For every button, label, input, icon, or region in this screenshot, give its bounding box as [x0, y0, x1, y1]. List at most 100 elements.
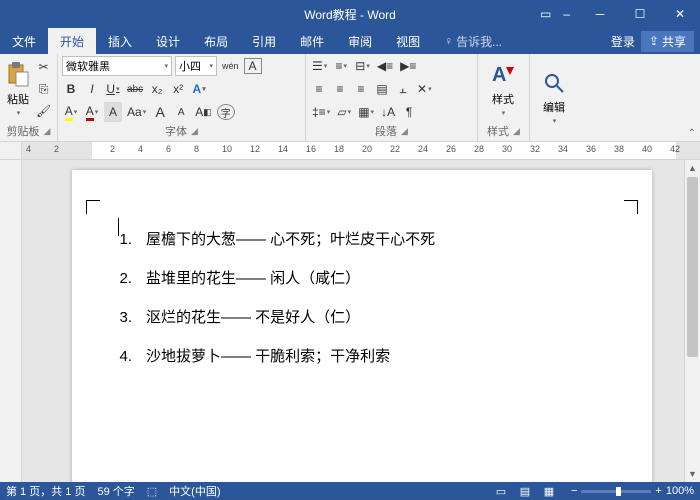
collapse-ribbon-button[interactable]: ⌃: [688, 128, 696, 139]
enclose-char-button[interactable]: 字: [217, 104, 235, 120]
shrink-font-button[interactable]: A: [172, 102, 190, 122]
document-content[interactable]: 1.屋檐下的大葱—— 心不死；叶烂皮干心不死 2.盐堆里的花生—— 闲人（咸仁）…: [112, 220, 612, 376]
clear-format-button[interactable]: A◧: [193, 102, 214, 122]
copy-button[interactable]: ⎘: [34, 79, 53, 99]
styles-button[interactable]: A 样式 ▾: [482, 56, 524, 122]
pinyin-guide-button[interactable]: wén: [220, 56, 241, 76]
align-left-button[interactable]: ≡: [310, 79, 328, 99]
align-right-button[interactable]: ≡: [352, 79, 370, 99]
paste-button[interactable]: 粘贴 ▾: [4, 56, 32, 122]
scroll-up-button[interactable]: ▲: [685, 160, 700, 176]
char-border-button[interactable]: A: [244, 58, 262, 74]
zoom-slider[interactable]: [581, 490, 651, 493]
ruler-tick: 34: [558, 144, 568, 154]
bullets-button[interactable]: ☰▾: [310, 56, 329, 76]
show-marks-button[interactable]: ¶: [400, 102, 418, 122]
change-case-button[interactable]: Aa▾: [125, 102, 148, 122]
clipboard-launcher[interactable]: ◢: [44, 126, 51, 137]
justify-button[interactable]: ▤: [373, 79, 391, 99]
print-layout-button[interactable]: ▤: [515, 484, 535, 498]
language-indicator[interactable]: 中文(中国): [169, 483, 220, 499]
font-color-button[interactable]: A▾: [83, 102, 101, 122]
italic-button[interactable]: I: [83, 79, 101, 99]
zoom-handle[interactable]: [616, 487, 621, 496]
page[interactable]: 1.屋檐下的大葱—— 心不死；叶烂皮干心不死 2.盐堆里的花生—— 闲人（咸仁）…: [72, 170, 652, 482]
zoom-out-button[interactable]: −: [571, 485, 577, 497]
align-center-button[interactable]: ≡: [331, 79, 349, 99]
shading-button[interactable]: ▱▾: [335, 102, 353, 122]
editing-button[interactable]: 编辑 ▾: [534, 56, 574, 138]
word-count[interactable]: 59 个字: [97, 483, 134, 499]
window-controls: ─ ☐ ✕: [580, 0, 700, 28]
char-shading-button[interactable]: A: [104, 102, 122, 122]
maximize-button[interactable]: ☐: [620, 0, 660, 28]
ruler-tick: 36: [586, 144, 596, 154]
web-layout-button[interactable]: ▦: [539, 484, 559, 498]
format-painter-button[interactable]: 🖌: [34, 101, 53, 121]
tab-layout[interactable]: 布局: [192, 28, 240, 54]
numbering-button[interactable]: ≡▾: [332, 56, 350, 76]
ruler-tick: 22: [390, 144, 400, 154]
ribbon-options-icon[interactable]: ▭: [540, 7, 551, 21]
close-button[interactable]: ✕: [660, 0, 700, 28]
minimize-button[interactable]: ─: [580, 0, 620, 28]
multilevel-button[interactable]: ⊟▾: [353, 56, 372, 76]
vertical-scrollbar[interactable]: ▲ ▼: [684, 160, 700, 482]
subscript-button[interactable]: x₂: [148, 79, 166, 99]
line-spacing-button[interactable]: ‡≡▾: [310, 102, 332, 122]
zoom-in-button[interactable]: +: [655, 485, 661, 497]
tab-mailings[interactable]: 邮件: [288, 28, 336, 54]
group-paragraph: ☰▾ ≡▾ ⊟▾ ◀≡ ▶≡ ≡ ≡ ≡ ▤ ⫠ ✕▾ ‡≡▾ ▱▾: [306, 54, 478, 141]
proofing-icon[interactable]: ⬚: [147, 485, 157, 498]
bold-button[interactable]: B: [62, 79, 80, 99]
tell-me[interactable]: ♀ 告诉我...: [432, 28, 514, 54]
ruler-tick: 6: [166, 144, 171, 154]
tab-design[interactable]: 设计: [144, 28, 192, 54]
page-indicator[interactable]: 第 1 页，共 1 页: [6, 483, 85, 499]
underline-button[interactable]: U▾: [104, 79, 122, 99]
paragraph-label: 段落: [375, 123, 397, 139]
grow-font-button[interactable]: A: [151, 102, 169, 122]
font-size-combo[interactable]: 小四▾: [175, 56, 217, 76]
vertical-ruler[interactable]: [0, 160, 22, 482]
cut-button[interactable]: ✂: [34, 57, 53, 77]
styles-launcher[interactable]: ◢: [513, 126, 520, 137]
list-item[interactable]: 2.盐堆里的花生—— 闲人（咸仁）: [112, 259, 612, 298]
decrease-indent-button[interactable]: ◀≡: [375, 56, 395, 76]
list-item[interactable]: 4.沙地拔萝卜—— 干脆利索；干净利索: [112, 337, 612, 376]
increase-indent-button[interactable]: ▶≡: [398, 56, 418, 76]
horizontal-ruler[interactable]: 4224681012141618202224262830323436384042: [0, 142, 700, 160]
scroll-down-button[interactable]: ▼: [685, 466, 700, 482]
font-name-combo[interactable]: 微软雅黑▾: [62, 56, 172, 76]
font-launcher[interactable]: ◢: [191, 126, 198, 137]
distribute-button[interactable]: ⫠: [394, 79, 412, 99]
sort-button[interactable]: ↓A: [379, 102, 397, 122]
tab-file[interactable]: 文件: [0, 28, 48, 54]
strike-button[interactable]: abc: [125, 79, 145, 99]
borders-button[interactable]: ▦▾: [356, 102, 376, 122]
share-button[interactable]: ⇪ 共享: [641, 31, 694, 52]
ruler-tick: 30: [502, 144, 512, 154]
highlight-button[interactable]: A▾: [62, 102, 80, 122]
superscript-button[interactable]: x²: [169, 79, 187, 99]
tab-home[interactable]: 开始: [48, 28, 96, 54]
tab-insert[interactable]: 插入: [96, 28, 144, 54]
login-link[interactable]: 登录: [611, 33, 635, 50]
svg-text:A: A: [492, 64, 506, 86]
tab-review[interactable]: 审阅: [336, 28, 384, 54]
scroll-thumb[interactable]: [687, 177, 698, 357]
read-mode-button[interactable]: ▭: [491, 484, 511, 498]
sort-icon: ↓A: [381, 105, 395, 119]
list-item[interactable]: 3.沤烂的花生—— 不是好人（仁）: [112, 298, 612, 337]
ruler-track[interactable]: 4224681012141618202224262830323436384042: [22, 142, 700, 159]
text-effects-button[interactable]: A▾: [190, 79, 208, 99]
tab-references[interactable]: 引用: [240, 28, 288, 54]
tab-view[interactable]: 视图: [384, 28, 432, 54]
zoom-level[interactable]: 100%: [666, 485, 694, 497]
list-item[interactable]: 1.屋檐下的大葱—— 心不死；叶烂皮干心不死: [112, 220, 612, 259]
ruler-corner: [0, 142, 22, 159]
paragraph-launcher[interactable]: ◢: [401, 126, 408, 137]
document-area[interactable]: 1.屋檐下的大葱—— 心不死；叶烂皮干心不死 2.盐堆里的花生—— 闲人（咸仁）…: [22, 160, 684, 482]
asian-layout-button[interactable]: ✕▾: [415, 79, 434, 99]
minimize-ribbon-icon[interactable]: –: [563, 7, 570, 21]
